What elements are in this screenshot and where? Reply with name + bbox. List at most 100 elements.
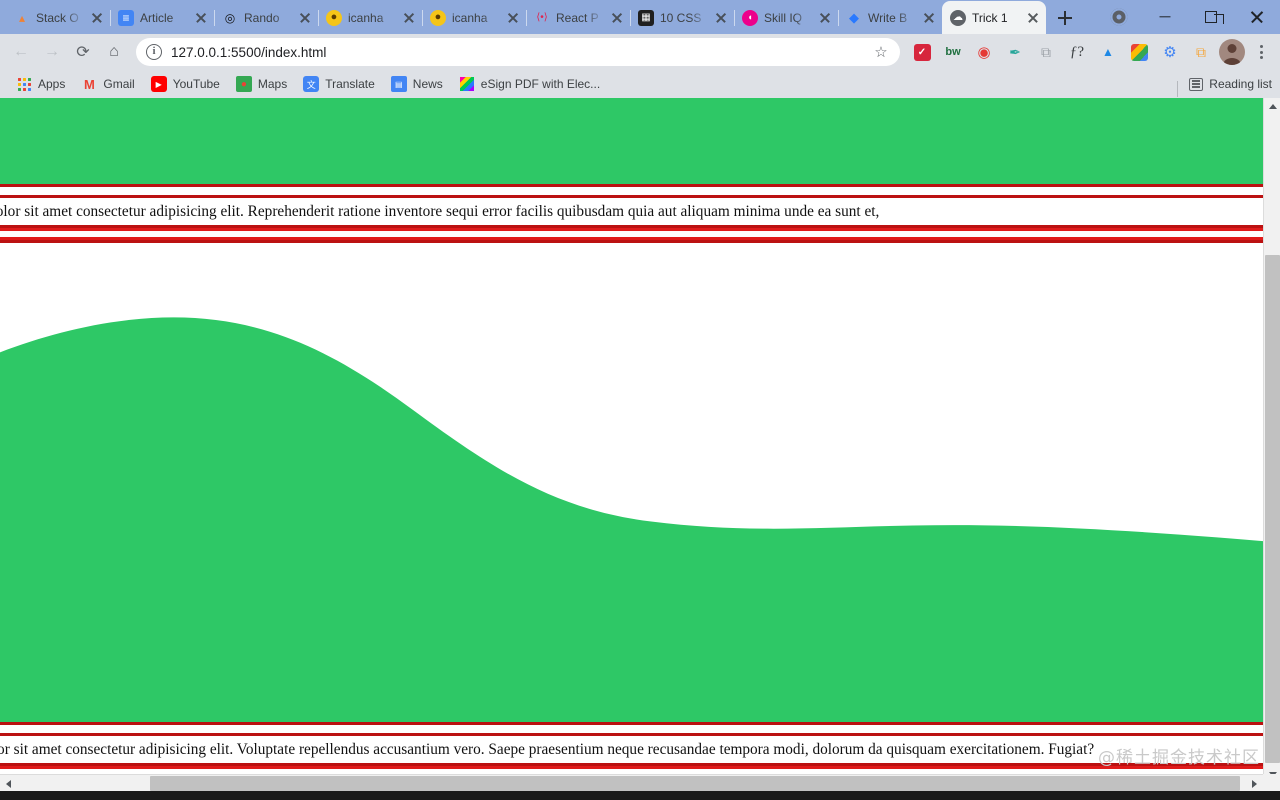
bookmark-label: YouTube bbox=[172, 77, 220, 91]
tab-close-icon[interactable] bbox=[402, 11, 416, 25]
tab-close-icon[interactable] bbox=[506, 11, 520, 25]
scroll-left-button[interactable] bbox=[0, 775, 17, 792]
content-section-1: em texts: Lorem ipsum, dolor sit amet co… bbox=[0, 98, 1280, 231]
bookmark-star-icon[interactable]: ☆ bbox=[872, 43, 890, 61]
browser-tab-9-active[interactable]: ☁ Trick 1 bbox=[942, 1, 1046, 34]
horizontal-scroll-thumb[interactable] bbox=[150, 776, 1240, 791]
maximize-button[interactable] bbox=[1188, 0, 1234, 34]
tab-label: Skill IQ bbox=[764, 10, 803, 25]
outer-container: em texts: Lorem ipsum, dolor sit amet co… bbox=[0, 98, 1280, 778]
scrollbar-corner bbox=[1263, 774, 1280, 791]
chrome-menu-button[interactable] bbox=[1248, 45, 1274, 59]
tab-label: React P bbox=[556, 10, 599, 25]
tab-close-icon[interactable] bbox=[298, 11, 312, 25]
vertical-scroll-thumb[interactable] bbox=[1265, 255, 1280, 763]
bookmark-label: Translate bbox=[325, 77, 375, 91]
gmail-icon: M bbox=[83, 76, 95, 92]
section-text-1: em texts: Lorem ipsum, dolor sit amet co… bbox=[0, 195, 1280, 228]
browser-tab-7[interactable]: ◖ Skill IQ bbox=[734, 1, 839, 34]
pluralsight-favicon-icon: ◖ bbox=[742, 9, 758, 26]
green-wave-chart-2 bbox=[0, 240, 1280, 725]
translate-icon: 文 bbox=[303, 76, 320, 92]
tab-label: Rando bbox=[244, 10, 280, 25]
browser-tab-4[interactable]: ● icanha bbox=[422, 1, 527, 34]
tab-strip: ▴ Stack O ≡ Article ◎ Rando ● icanha ● i… bbox=[0, 0, 1280, 34]
close-window-button[interactable] bbox=[1234, 0, 1280, 34]
gear-extension-icon[interactable]: ⚙ bbox=[1155, 37, 1185, 67]
browser-tab-1[interactable]: ≡ Article bbox=[110, 1, 215, 34]
browser-tab-8[interactable]: ◆ Write B bbox=[838, 1, 943, 34]
highlighter-extension-icon[interactable]: ✒ bbox=[1000, 37, 1030, 67]
bw-extension-icon[interactable]: bw bbox=[938, 37, 968, 67]
browser-tab-3[interactable]: ● icanha bbox=[318, 1, 423, 34]
diamond-favicon-icon: ◆ bbox=[849, 10, 859, 25]
scroll-up-button[interactable] bbox=[1264, 98, 1280, 115]
browser-tab-5[interactable]: ⟨•⟩ React P bbox=[526, 1, 631, 34]
profile-avatar-icon[interactable] bbox=[1096, 0, 1142, 34]
grammar-extension-icon[interactable]: ✓ bbox=[907, 37, 937, 67]
tab-label: Trick 1 bbox=[972, 10, 1008, 25]
tab-close-icon[interactable] bbox=[922, 11, 936, 25]
bookmark-label: News bbox=[412, 77, 443, 91]
cart-extension-icon[interactable]: ▲ bbox=[1093, 37, 1123, 67]
bookmark-gmail[interactable]: M Gmail bbox=[73, 72, 142, 96]
tab-close-icon[interactable] bbox=[90, 11, 104, 25]
minimize-button[interactable] bbox=[1142, 0, 1188, 34]
esign-icon bbox=[459, 76, 475, 92]
vertical-scrollbar[interactable] bbox=[1263, 98, 1280, 783]
puzzle-extension-icon[interactable]: ⧉ bbox=[1186, 37, 1216, 67]
tab-close-icon[interactable] bbox=[194, 11, 208, 25]
bookmark-label: eSign PDF with Elec... bbox=[480, 77, 601, 91]
emoji-favicon-icon: ● bbox=[430, 9, 446, 26]
article-favicon-icon: ≡ bbox=[118, 9, 134, 26]
bookmarks-bar: Apps M Gmail ▶ YouTube ● Maps 文 Translat… bbox=[0, 70, 1280, 98]
bookmark-youtube[interactable]: ▶ YouTube bbox=[143, 72, 228, 96]
content-section-2: m texts: Lorem ipsum dolor sit amet cons… bbox=[0, 237, 1280, 769]
address-bar[interactable]: i 127.0.0.1:5500/index.html ☆ bbox=[136, 38, 900, 66]
target-favicon-icon: ◎ bbox=[224, 10, 236, 25]
forward-button[interactable]: → bbox=[37, 37, 67, 67]
news-icon: ▤ bbox=[390, 76, 407, 92]
bookmark-translate[interactable]: 文 Translate bbox=[295, 72, 383, 96]
user-avatar[interactable] bbox=[1219, 39, 1245, 65]
bookmark-esign[interactable]: eSign PDF with Elec... bbox=[451, 72, 608, 96]
tab-label: Stack O bbox=[36, 10, 79, 25]
site-info-icon[interactable]: i bbox=[146, 44, 162, 60]
tab-label: icanha bbox=[348, 10, 384, 25]
bookmark-apps[interactable]: Apps bbox=[8, 72, 73, 96]
browser-tab-6[interactable]: ▦ 10 CSS bbox=[630, 1, 735, 34]
grid-favicon-icon: ▦ bbox=[638, 9, 654, 26]
window-controls bbox=[1096, 0, 1280, 34]
palette-extension-icon[interactable] bbox=[1124, 37, 1154, 67]
back-button[interactable]: ← bbox=[6, 37, 36, 67]
bookmark-label: Maps bbox=[257, 77, 288, 91]
bookmark-maps[interactable]: ● Maps bbox=[228, 72, 295, 96]
puzzle-gray-extension-icon[interactable]: ⧉ bbox=[1031, 37, 1061, 67]
eye-extension-icon[interactable]: ◉ bbox=[969, 37, 999, 67]
tab-close-icon[interactable] bbox=[1026, 11, 1040, 25]
browser-tab-0[interactable]: ▴ Stack O bbox=[6, 1, 111, 34]
maps-icon: ● bbox=[235, 76, 252, 92]
watermark-text: @稀土掘金技术社区 bbox=[1098, 748, 1260, 768]
stackoverflow-favicon-icon: ▴ bbox=[18, 10, 26, 25]
home-button[interactable]: ⌂ bbox=[99, 37, 129, 67]
browser-tab-2[interactable]: ◎ Rando bbox=[214, 1, 319, 34]
section-text-2: m texts: Lorem ipsum dolor sit amet cons… bbox=[0, 733, 1280, 766]
reading-list-button[interactable]: Reading list bbox=[1177, 77, 1272, 97]
scroll-right-button[interactable] bbox=[1246, 775, 1263, 792]
tab-close-icon[interactable] bbox=[714, 11, 728, 25]
browser-window: ▴ Stack O ≡ Article ◎ Rando ● icanha ● i… bbox=[0, 0, 1280, 800]
globe-favicon-icon: ☁ bbox=[950, 9, 966, 26]
apps-grid-icon bbox=[16, 76, 32, 92]
horizontal-scrollbar[interactable] bbox=[0, 774, 1263, 791]
reload-button[interactable]: ⟳ bbox=[68, 37, 98, 67]
reading-list-label: Reading list bbox=[1209, 77, 1272, 91]
browser-toolbar: ← → ⟳ ⌂ i 127.0.0.1:5500/index.html ☆ ✓ … bbox=[0, 34, 1280, 70]
tab-close-icon[interactable] bbox=[610, 11, 624, 25]
tab-close-icon[interactable] bbox=[818, 11, 832, 25]
bookmark-news[interactable]: ▤ News bbox=[383, 72, 451, 96]
youtube-icon: ▶ bbox=[150, 76, 167, 92]
page-viewport: em texts: Lorem ipsum, dolor sit amet co… bbox=[0, 98, 1280, 800]
new-tab-button[interactable] bbox=[1050, 4, 1080, 32]
function-extension-icon[interactable]: ƒ? bbox=[1062, 37, 1092, 67]
